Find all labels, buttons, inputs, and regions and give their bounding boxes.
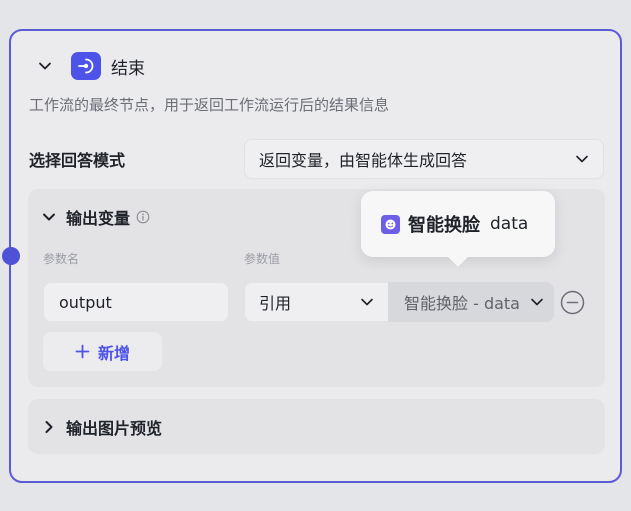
value-type-value: 引用 — [259, 294, 292, 313]
param-value-column-label: 参数值 — [244, 252, 281, 266]
chevron-right-icon[interactable] — [42, 420, 56, 434]
answer-mode-value: 返回变量，由智能体生成回答 — [259, 151, 468, 170]
answer-mode-select[interactable]: 返回变量，由智能体生成回答 — [244, 139, 604, 179]
variable-source-tooltip: 智能换脸 data — [361, 191, 555, 257]
param-name-column-label: 参数名 — [43, 252, 80, 266]
input-port-handle[interactable] — [2, 247, 20, 265]
add-variable-label: 新增 — [97, 343, 130, 363]
output-variables-header[interactable]: 输出变量 — [42, 205, 150, 229]
node-title: 结束 — [111, 58, 145, 79]
add-variable-button[interactable]: 新增 — [43, 332, 162, 371]
tooltip-node-name: 智能换脸 — [408, 215, 480, 236]
image-preview-section[interactable]: 输出图片预览 — [28, 399, 605, 454]
tooltip-field-name: data — [490, 214, 529, 234]
answer-mode-label: 选择回答模式 — [29, 151, 126, 170]
chevron-down-icon[interactable] — [42, 210, 56, 224]
remove-row-icon[interactable] — [560, 290, 585, 315]
agent-icon — [381, 214, 400, 234]
chevron-down-icon — [531, 298, 543, 306]
output-variables-title: 输出变量 — [66, 209, 131, 228]
chevron-down-icon — [361, 298, 373, 306]
node-header: 结束 — [33, 51, 145, 81]
plus-icon — [75, 344, 90, 359]
end-node-icon — [71, 52, 101, 80]
param-name-input[interactable]: output — [43, 282, 229, 322]
value-type-select[interactable]: 引用 — [244, 282, 389, 322]
chevron-down-icon — [576, 155, 588, 163]
node-description: 工作流的最终节点，用于返回工作流运行后的结果信息 — [29, 96, 390, 114]
image-preview-title: 输出图片预览 — [66, 418, 163, 438]
variable-source-select[interactable]: 智能换脸 - data — [388, 282, 554, 322]
chevron-down-icon[interactable] — [33, 54, 57, 78]
variable-source-value: 智能换脸 - data — [404, 294, 520, 313]
info-icon[interactable] — [136, 210, 150, 224]
